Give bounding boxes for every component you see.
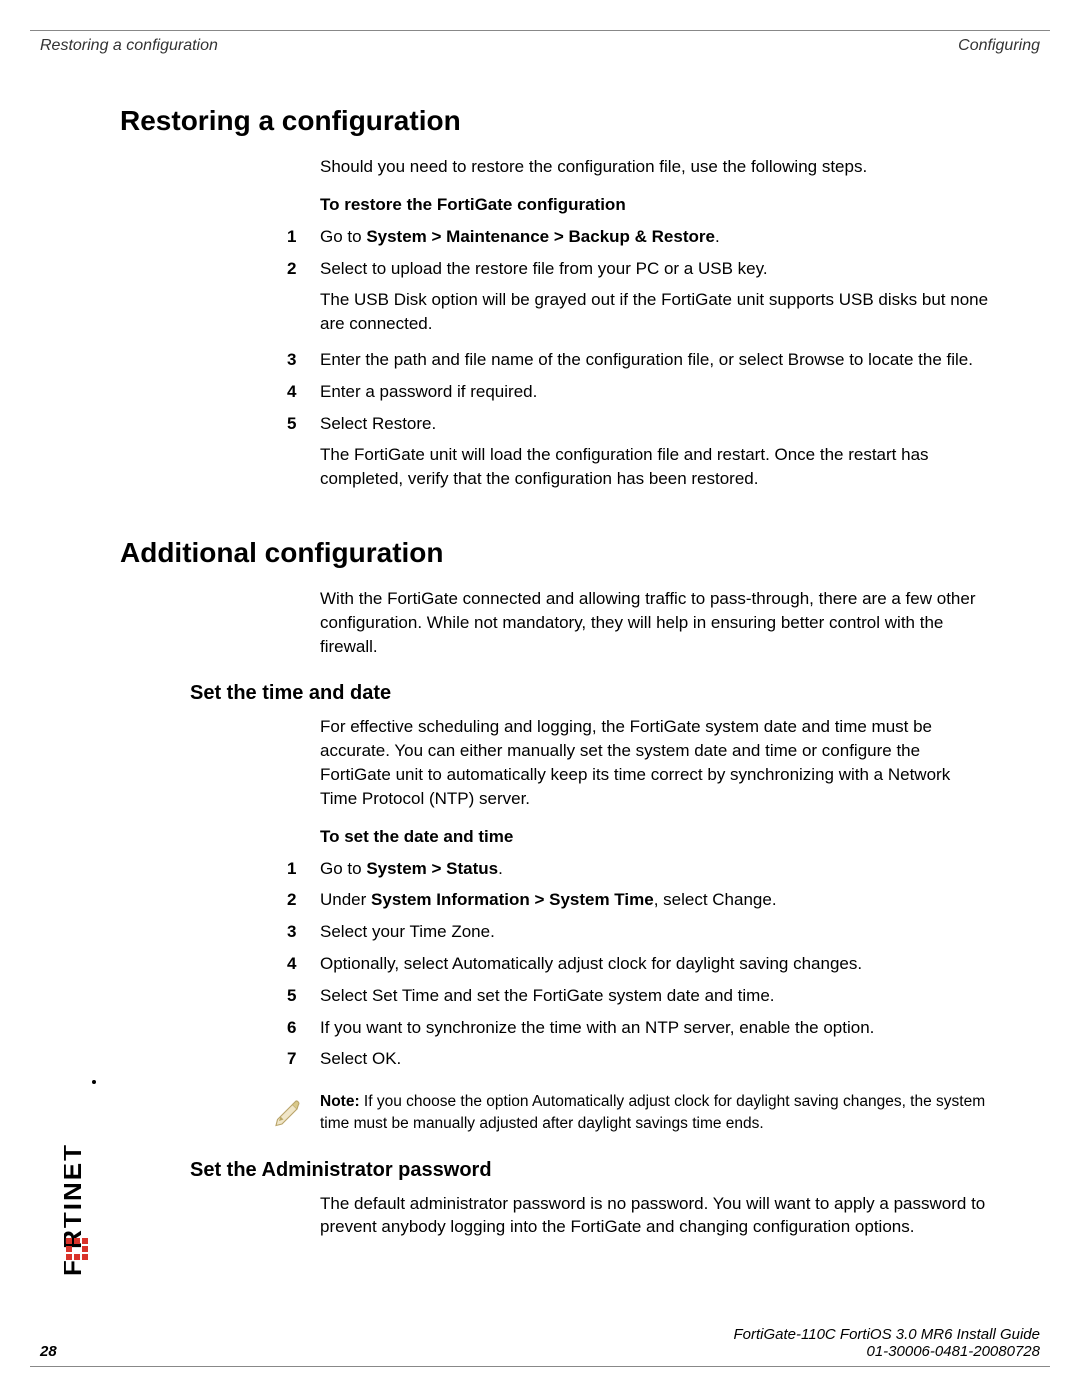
intro-admin: The default administrator password is no… — [320, 1192, 990, 1240]
step-number: 6 — [287, 1016, 320, 1040]
note-body: If you choose the option Automatically a… — [320, 1093, 985, 1132]
section-title-restoring: Restoring a configuration — [120, 105, 990, 137]
step-extra: The FortiGate unit will load the configu… — [320, 443, 990, 491]
step-body: Enter the path and file name of the conf… — [320, 348, 990, 372]
proc-title-restore: To restore the FortiGate configuration — [320, 195, 990, 215]
step-number: 1 — [287, 857, 320, 881]
intro-time: For effective scheduling and logging, th… — [320, 715, 990, 810]
step-number: 3 — [287, 920, 320, 944]
step-suffix: , select Change. — [654, 890, 777, 909]
step-row: 6 If you want to synchronize the time wi… — [287, 1016, 990, 1040]
doc-title: FortiGate-110C FortiOS 3.0 MR6 Install G… — [733, 1326, 1040, 1343]
step-row: 1 Go to System > Status. — [287, 857, 990, 881]
step-row: 2 Select to upload the restore file from… — [287, 257, 990, 281]
subsection-title-admin: Set the Administrator password — [190, 1159, 990, 1182]
note-label: Note: — [320, 1093, 360, 1110]
proc-title-time: To set the date and time — [320, 827, 990, 847]
subsection-title-time: Set the time and date — [190, 682, 990, 705]
step-row: 2 Under System Information > System Time… — [287, 888, 990, 912]
note-icon — [270, 1091, 306, 1127]
step-row: 4 Enter a password if required. — [287, 380, 990, 404]
step-body: Select Set Time and set the FortiGate sy… — [320, 984, 990, 1008]
step-body: Go to System > Status. — [320, 857, 990, 881]
doc-id: 01-30006-0481-20080728 — [733, 1343, 1040, 1360]
step-body: Enter a password if required. — [320, 380, 990, 404]
step-number: 3 — [287, 348, 320, 372]
step-body: Under System Information > System Time, … — [320, 888, 990, 912]
step-number: 2 — [287, 888, 320, 912]
step-body: If you want to synchronize the time with… — [320, 1016, 990, 1040]
footer-doc-info: FortiGate-110C FortiOS 3.0 MR6 Install G… — [733, 1326, 1040, 1360]
step-row: 5 Select Set Time and set the FortiGate … — [287, 984, 990, 1008]
note-block: Note: If you choose the option Automatic… — [270, 1091, 990, 1134]
intro-restoring: Should you need to restore the configura… — [320, 155, 990, 179]
page-content: Restoring a configuration Should you nee… — [30, 55, 1050, 1239]
step-extra: The USB Disk option will be grayed out i… — [320, 288, 990, 336]
header-right: Configuring — [958, 37, 1040, 55]
page-frame: Restoring a configuration Configuring Re… — [30, 30, 1050, 1367]
step-number: 1 — [287, 225, 320, 249]
step-body: Select OK. — [320, 1047, 990, 1071]
step-prefix: Under — [320, 890, 371, 909]
step-body: Select Restore. — [320, 412, 990, 436]
step-number: 2 — [287, 257, 320, 281]
intro-additional: With the FortiGate connected and allowin… — [320, 587, 990, 658]
page-number: 28 — [40, 1343, 57, 1360]
header-left: Restoring a configuration — [40, 37, 218, 55]
step-row: 5 Select Restore. — [287, 412, 990, 436]
step-number: 4 — [287, 952, 320, 976]
section-title-additional: Additional configuration — [120, 537, 990, 569]
step-bold: System Information > System Time — [371, 890, 654, 909]
step-row: 1 Go to System > Maintenance > Backup & … — [287, 225, 990, 249]
step-number: 5 — [287, 984, 320, 1008]
running-footer: 28 FortiGate-110C FortiOS 3.0 MR6 Instal… — [40, 1326, 1040, 1360]
step-number: 5 — [287, 412, 320, 436]
step-body: Select your Time Zone. — [320, 920, 990, 944]
step-bold: System > Status — [366, 859, 498, 878]
step-body: Go to System > Maintenance > Backup & Re… — [320, 225, 990, 249]
step-body: Optionally, select Automatically adjust … — [320, 952, 990, 976]
running-header: Restoring a configuration Configuring — [30, 31, 1050, 55]
step-prefix: Go to — [320, 227, 366, 246]
step-prefix: Go to — [320, 859, 366, 878]
step-bold: System > Maintenance > Backup & Restore — [366, 227, 715, 246]
step-number: 7 — [287, 1047, 320, 1071]
step-row: 7 Select OK. — [287, 1047, 990, 1071]
step-row: 4 Optionally, select Automatically adjus… — [287, 952, 990, 976]
fortinet-logo: F RTINET — [64, 1076, 98, 1296]
step-suffix: . — [498, 859, 503, 878]
note-text: Note: If you choose the option Automatic… — [320, 1091, 990, 1134]
step-row: 3 Select your Time Zone. — [287, 920, 990, 944]
step-body: Select to upload the restore file from y… — [320, 257, 990, 281]
step-suffix: . — [715, 227, 720, 246]
step-row: 3 Enter the path and file name of the co… — [287, 348, 990, 372]
step-number: 4 — [287, 380, 320, 404]
